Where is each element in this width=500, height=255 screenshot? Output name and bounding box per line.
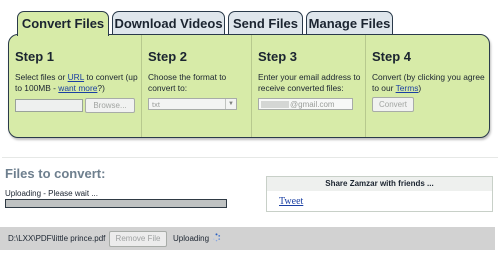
share-box: Share Zamzar with friends ... Tweet	[266, 176, 493, 212]
browse-button[interactable]: Browse...	[85, 98, 135, 113]
terms-link[interactable]: Terms	[396, 83, 419, 93]
tweet-link[interactable]: Tweet	[279, 196, 303, 207]
upload-progress-bar	[5, 199, 227, 208]
step-4-text-end: )	[418, 83, 422, 93]
format-select-value: txt	[152, 100, 160, 109]
step-4-description: Convert (by clicking you agree to our Te…	[372, 72, 489, 94]
step-3-title: Step 3	[258, 49, 298, 64]
file-row: D:\LXX\PDF\little prince.pdf Remove File…	[0, 227, 495, 250]
step-2-title: Step 2	[148, 49, 188, 64]
remove-file-button[interactable]: Remove File	[109, 231, 167, 247]
tab-manage-files[interactable]: Manage Files	[306, 11, 393, 34]
share-title: Share Zamzar with friends ...	[267, 177, 492, 191]
file-path-text: D:\LXX\PDF\little prince.pdf	[8, 234, 106, 243]
tab-download-videos[interactable]: Download Videos	[112, 11, 225, 34]
url-link[interactable]: URL	[68, 72, 84, 82]
conversion-steps-panel: Step 1 Select files or URL to convert (u…	[8, 34, 490, 138]
section-divider	[2, 157, 498, 158]
step-1-description: Select files or URL to convert (up to 10…	[15, 72, 141, 94]
step-4-text: Convert (by clicking you agree to our	[372, 72, 485, 93]
step-1-text: Select files or	[15, 72, 68, 82]
redacted-email-user	[261, 101, 289, 109]
step-2-description: Choose the format to convert to:	[148, 72, 227, 93]
step-4: Step 4 Convert (by clicking you agree to…	[365, 35, 489, 137]
step-3: Step 3 Enter your email address to recei…	[251, 35, 365, 137]
email-domain: @gmail.com	[290, 100, 335, 109]
step-1-text-end: ?)	[97, 83, 105, 93]
step-1-title: Step 1	[15, 49, 55, 64]
want-more-link[interactable]: want more	[58, 83, 97, 93]
step-4-title: Step 4	[372, 49, 412, 64]
step-3-description: Enter your email address to receive conv…	[258, 72, 361, 93]
file-path-field[interactable]	[15, 99, 83, 112]
step-2: Step 2 Choose the format to convert to: …	[141, 35, 251, 137]
file-upload-status: Uploading	[173, 234, 210, 243]
tab-convert-files[interactable]: Convert Files	[17, 11, 109, 36]
step-1: Step 1 Select files or URL to convert (u…	[9, 35, 141, 137]
upload-status-text: Uploading - Please wait ...	[5, 189, 98, 198]
convert-button[interactable]: Convert	[372, 97, 414, 112]
select-arrow-icon: ▼	[225, 99, 236, 109]
spinner-icon	[213, 233, 221, 242]
tab-send-files[interactable]: Send Files	[228, 11, 303, 34]
format-select[interactable]: txt ▼	[148, 98, 237, 110]
email-input[interactable]: @gmail.com	[258, 98, 353, 110]
files-to-convert-heading: Files to convert:	[5, 166, 106, 181]
